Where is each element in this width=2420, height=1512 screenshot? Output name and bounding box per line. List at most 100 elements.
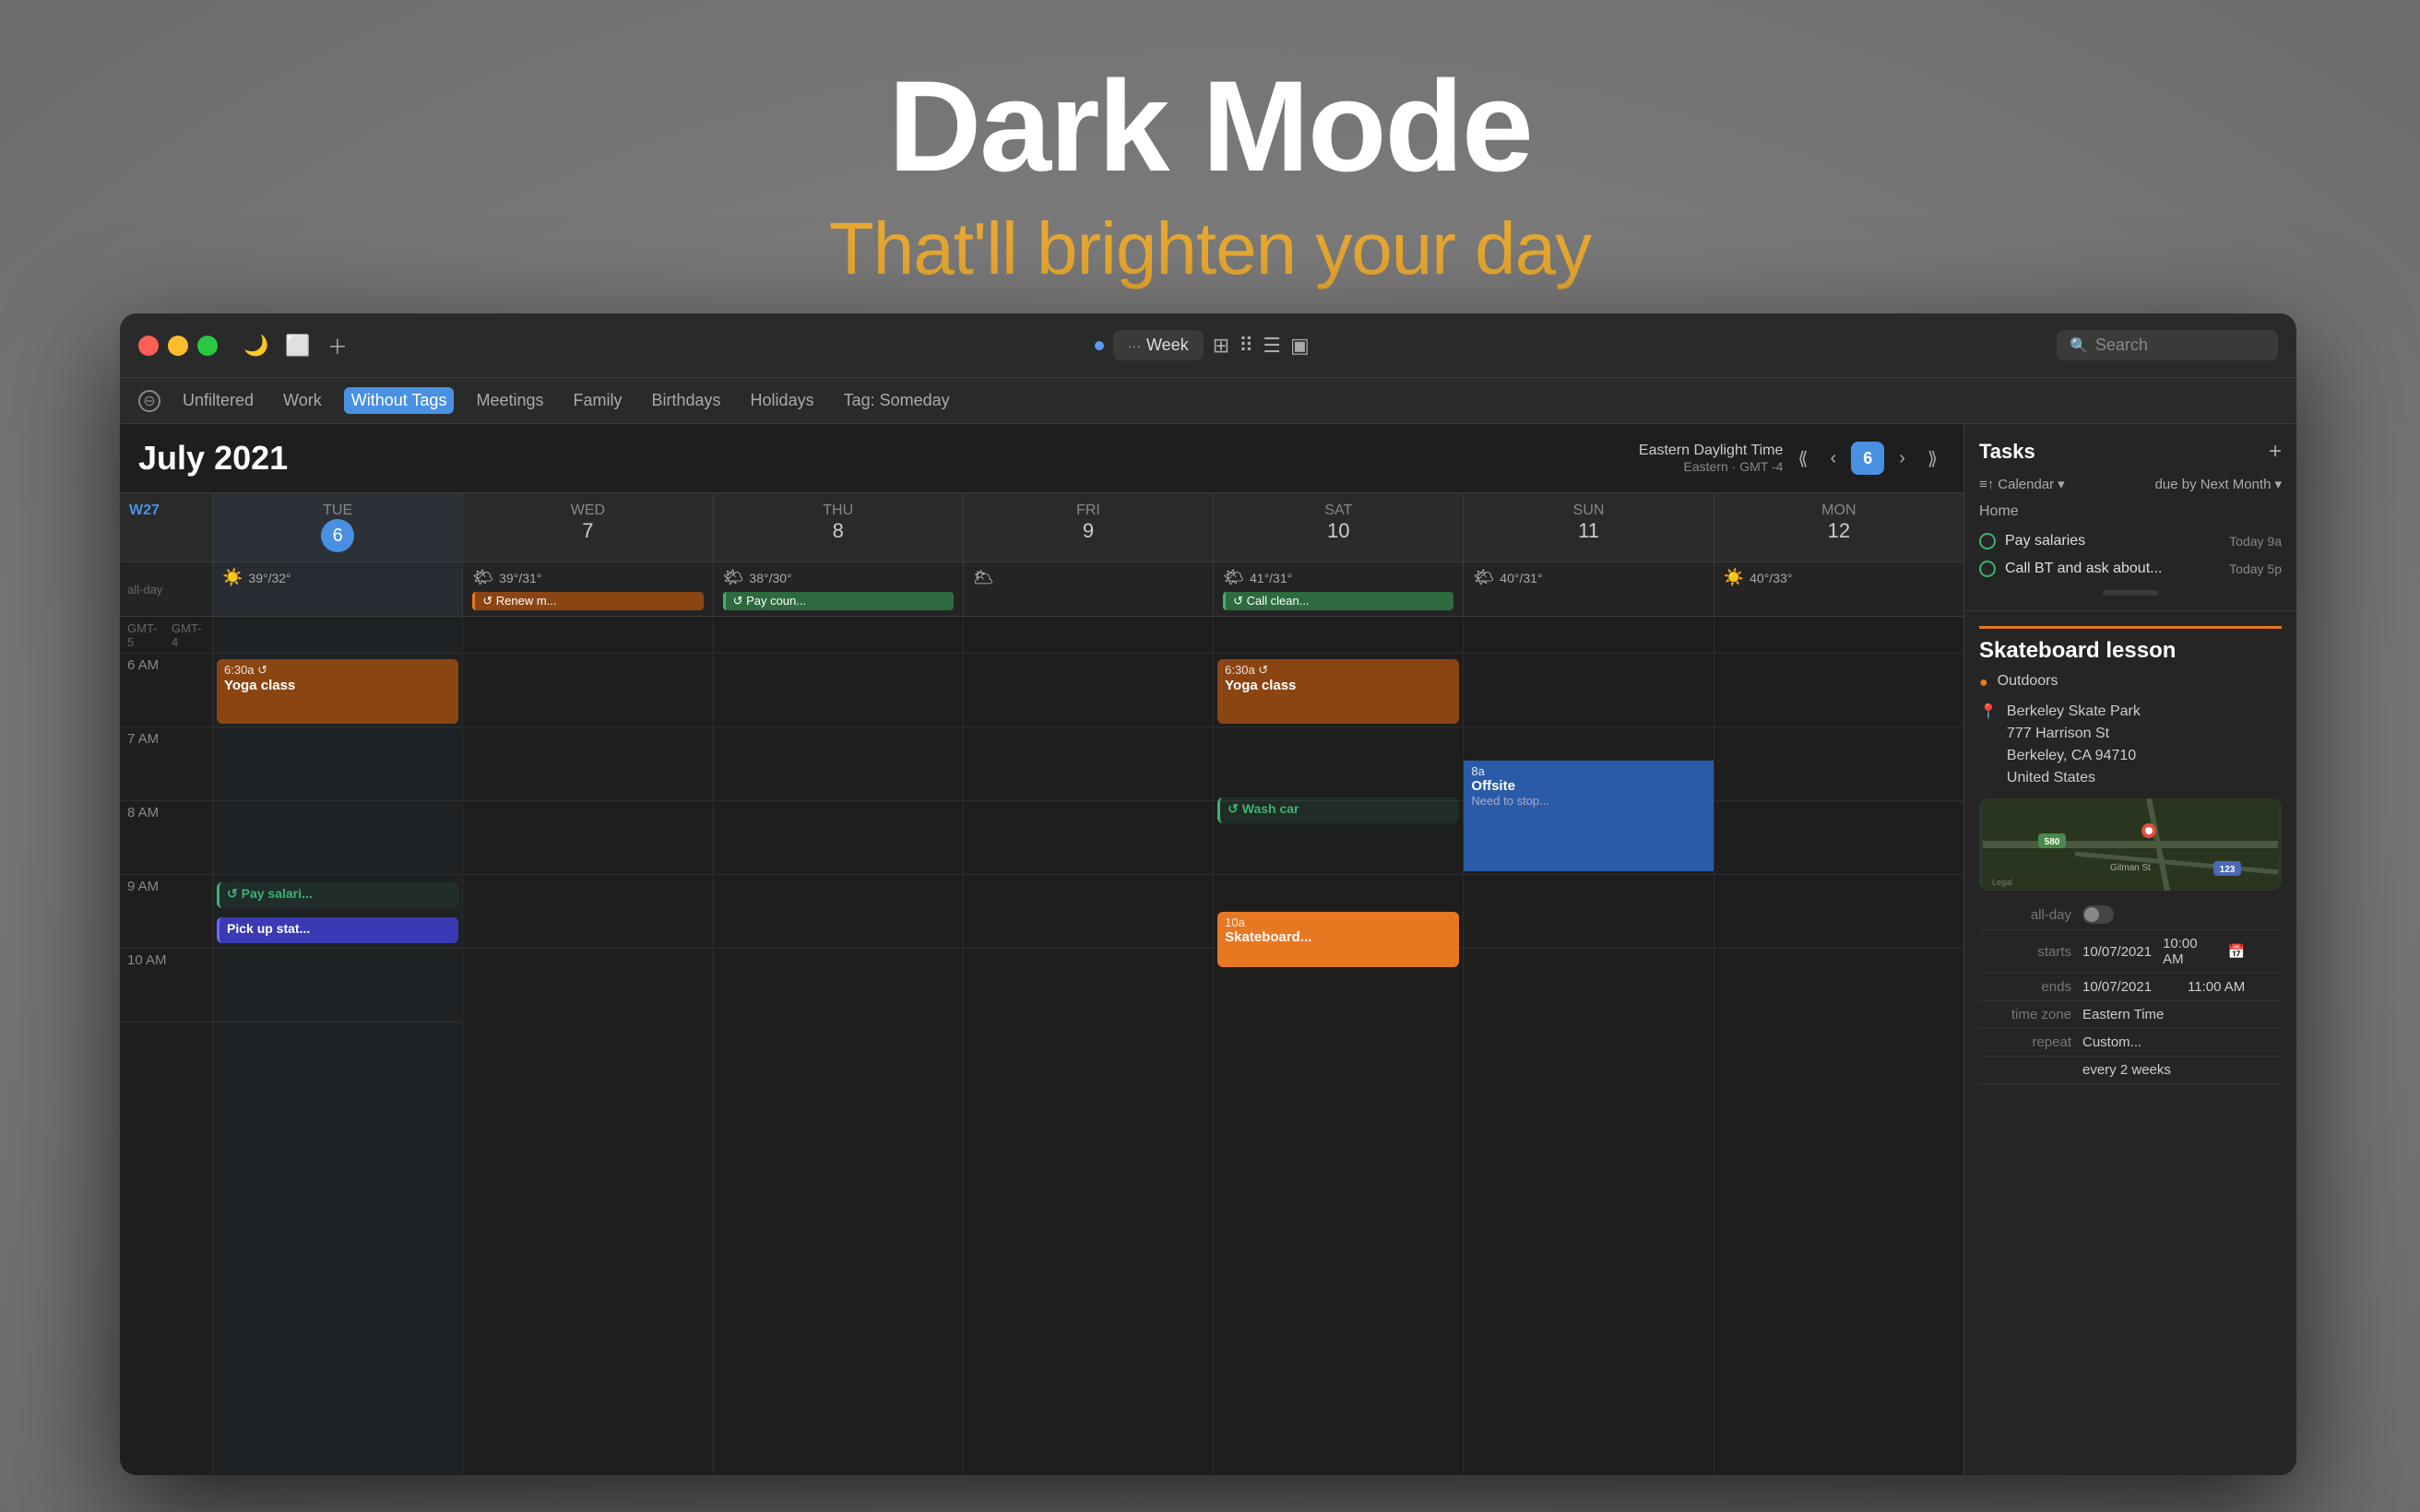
calendar-filter-btn[interactable]: ≡↑ Calendar ▾ <box>1979 476 2065 492</box>
wash-car-name: ↺ Wash car <box>1228 801 1452 817</box>
event-yoga-sat[interactable]: 6:30a ↺ Yoga class <box>1217 659 1459 724</box>
weather-top-tue: ☀️ 39°/32° <box>222 568 453 587</box>
filter-unfiltered[interactable]: Unfiltered <box>175 387 261 414</box>
day-header-fri: FRI 9 <box>963 493 1213 561</box>
repeat-value: Custom... <box>2082 1034 2282 1050</box>
filter-tag-someday[interactable]: Tag: Someday <box>836 387 957 414</box>
list-icon[interactable]: ☰ <box>1263 334 1281 358</box>
mon-slot-3 <box>1714 727 1963 801</box>
skateboard-name: Skateboard... <box>1225 929 1452 945</box>
weather-icon-sat: 🌤 <box>1223 568 1244 587</box>
nav-first[interactable]: ⟪ <box>1790 443 1815 474</box>
weather-icon-mon: ☀️ <box>1724 568 1744 587</box>
due-filter-btn[interactable]: due by Next Month ▾ <box>2155 476 2282 492</box>
nav-next[interactable]: › <box>1892 444 1913 473</box>
search-box[interactable]: 🔍 <box>2057 330 2278 360</box>
allday-toggle[interactable] <box>2082 905 2114 924</box>
category-dot-icon: ● <box>1979 675 1988 691</box>
moon-icon[interactable]: 🌙 <box>243 334 268 358</box>
day-name-tue: TUE <box>226 502 449 519</box>
weather-top-wed: 🌤 39°/31° <box>472 568 703 587</box>
filterbar: ⊖ Unfiltered Work Without Tags Meetings … <box>120 378 2296 424</box>
panel-icon[interactable]: ▣ <box>1290 334 1310 358</box>
filter-circle-icon[interactable]: ⊖ <box>138 390 160 412</box>
close-button[interactable] <box>138 336 159 356</box>
nav-prev[interactable]: ‹ <box>1823 444 1845 473</box>
event-pill-pay[interactable]: ↺ Pay coun... <box>723 592 954 610</box>
mon-slot-4 <box>1714 801 1963 875</box>
pay-salaries-name: ↺ Pay salari... <box>227 886 451 902</box>
gmt-labels: GMT-5 GMT-4 <box>120 617 212 654</box>
week-view-button[interactable]: ··· Week <box>1113 330 1204 360</box>
search-icon: 🔍 <box>2070 337 2088 355</box>
sidebar-icon[interactable]: ⬜ <box>285 334 310 358</box>
cal-nav: Eastern Daylight Time Eastern · GMT -4 ⟪… <box>1639 442 1945 475</box>
gmt5-label: GMT-5 <box>127 621 160 649</box>
event-offsite[interactable]: 8a Offsite Need to stop... <box>1464 761 1713 871</box>
event-pill-call[interactable]: ↺ Call clean... <box>1223 592 1453 610</box>
every-row: every 2 weeks <box>1979 1057 2282 1084</box>
mon-slot-2 <box>1714 654 1963 727</box>
cal-icon-starts[interactable]: 📅 <box>2228 943 2282 960</box>
filter-meetings[interactable]: Meetings <box>469 387 551 414</box>
ends-date: 10/07/2021 <box>2082 979 2177 995</box>
maximize-button[interactable] <box>197 336 218 356</box>
weather-top-fri: 🌥 <box>973 568 1204 587</box>
task-circle-pay[interactable] <box>1979 533 1996 549</box>
event-pill-renew[interactable]: ↺ Renew m... <box>472 592 703 610</box>
event-wash-car[interactable]: ↺ Wash car <box>1217 797 1459 823</box>
tasks-panel: Tasks + ≡↑ Calendar ▾ due by Next Month … <box>1964 424 2296 611</box>
tue-slot-4 <box>213 801 462 875</box>
tue-slot-3 <box>213 727 462 801</box>
tasks-add-button[interactable]: + <box>2269 439 2282 465</box>
titlebar-center: ··· Week ⊞ ⠿ ☰ ▣ <box>1095 330 1310 360</box>
weather-temp-mon: 40°/33° <box>1750 571 1792 585</box>
today-button[interactable]: 6 <box>1851 442 1884 475</box>
event-pay-salaries[interactable]: ↺ Pay salari... <box>217 882 458 908</box>
grid-icon[interactable]: ⊞ <box>1213 334 1229 358</box>
thu-slot-4 <box>714 801 963 875</box>
filter-birthdays[interactable]: Birthdays <box>645 387 729 414</box>
weather-fri: 🌥 <box>963 562 1213 616</box>
allday-label: all-day <box>120 562 212 616</box>
task-name-call: Call BT and ask about... <box>2005 561 2220 577</box>
event-yoga-tue[interactable]: 6:30a ↺ Yoga class <box>217 659 458 724</box>
apps-icon[interactable]: ⠿ <box>1239 334 1253 358</box>
tasks-header: Tasks + <box>1979 439 2282 465</box>
event-skateboard[interactable]: 10a Skateboard... <box>1217 912 1459 967</box>
day-num-wed: 7 <box>476 519 699 543</box>
dots-icon: ··· <box>1128 338 1141 353</box>
search-input[interactable] <box>2095 336 2265 355</box>
map-preview[interactable]: 580 123 Gilman St Legal <box>1979 798 2282 891</box>
time-slot-7am: 7 AM <box>120 727 212 801</box>
weather-top-sun: 🌤 40°/31° <box>1473 568 1703 587</box>
due-filter-label: due by Next Month <box>2155 477 2272 492</box>
filter-work[interactable]: Work <box>276 387 329 414</box>
filter-family[interactable]: Family <box>566 387 630 414</box>
location-address: 777 Harrison St <box>2007 723 2141 745</box>
task-time-pay: Today 9a <box>2229 534 2282 549</box>
starts-label: starts <box>1979 944 2071 960</box>
tasks-filter-row: ≡↑ Calendar ▾ due by Next Month ▾ <box>1979 476 2282 492</box>
starts-time: 10:00 AM <box>2163 936 2216 967</box>
thu-slot-3 <box>714 727 963 801</box>
filter-without-tags[interactable]: Without Tags <box>344 387 455 414</box>
map-svg: 580 123 Gilman St Legal <box>1979 798 2282 891</box>
event-pickup[interactable]: Pick up stat... <box>217 917 458 943</box>
ends-row: ends 10/07/2021 11:00 AM <box>1979 974 2282 1001</box>
day-num-tue: 6 <box>321 519 354 552</box>
day-name-thu: THU <box>727 502 950 519</box>
week-num: W27 <box>129 502 160 518</box>
offsite-name: Offsite <box>1471 778 1705 794</box>
minimize-button[interactable] <box>168 336 188 356</box>
wed-slot-3 <box>463 727 712 801</box>
nav-last[interactable]: ⟫ <box>1920 443 1945 474</box>
task-circle-call[interactable] <box>1979 561 1996 577</box>
time-label-6am: 6 AM <box>127 657 159 673</box>
day-col-tue: 6:30a ↺ Yoga class ↺ Pay salari... Pick … <box>212 617 462 1475</box>
timezone-meta-label: time zone <box>1979 1007 2071 1022</box>
hero-section: Dark Mode That'll brighten your day <box>0 0 2420 291</box>
tue-slot-6 <box>213 949 462 1022</box>
plus-icon[interactable]: ＋ <box>327 331 348 360</box>
filter-holidays[interactable]: Holidays <box>743 387 822 414</box>
